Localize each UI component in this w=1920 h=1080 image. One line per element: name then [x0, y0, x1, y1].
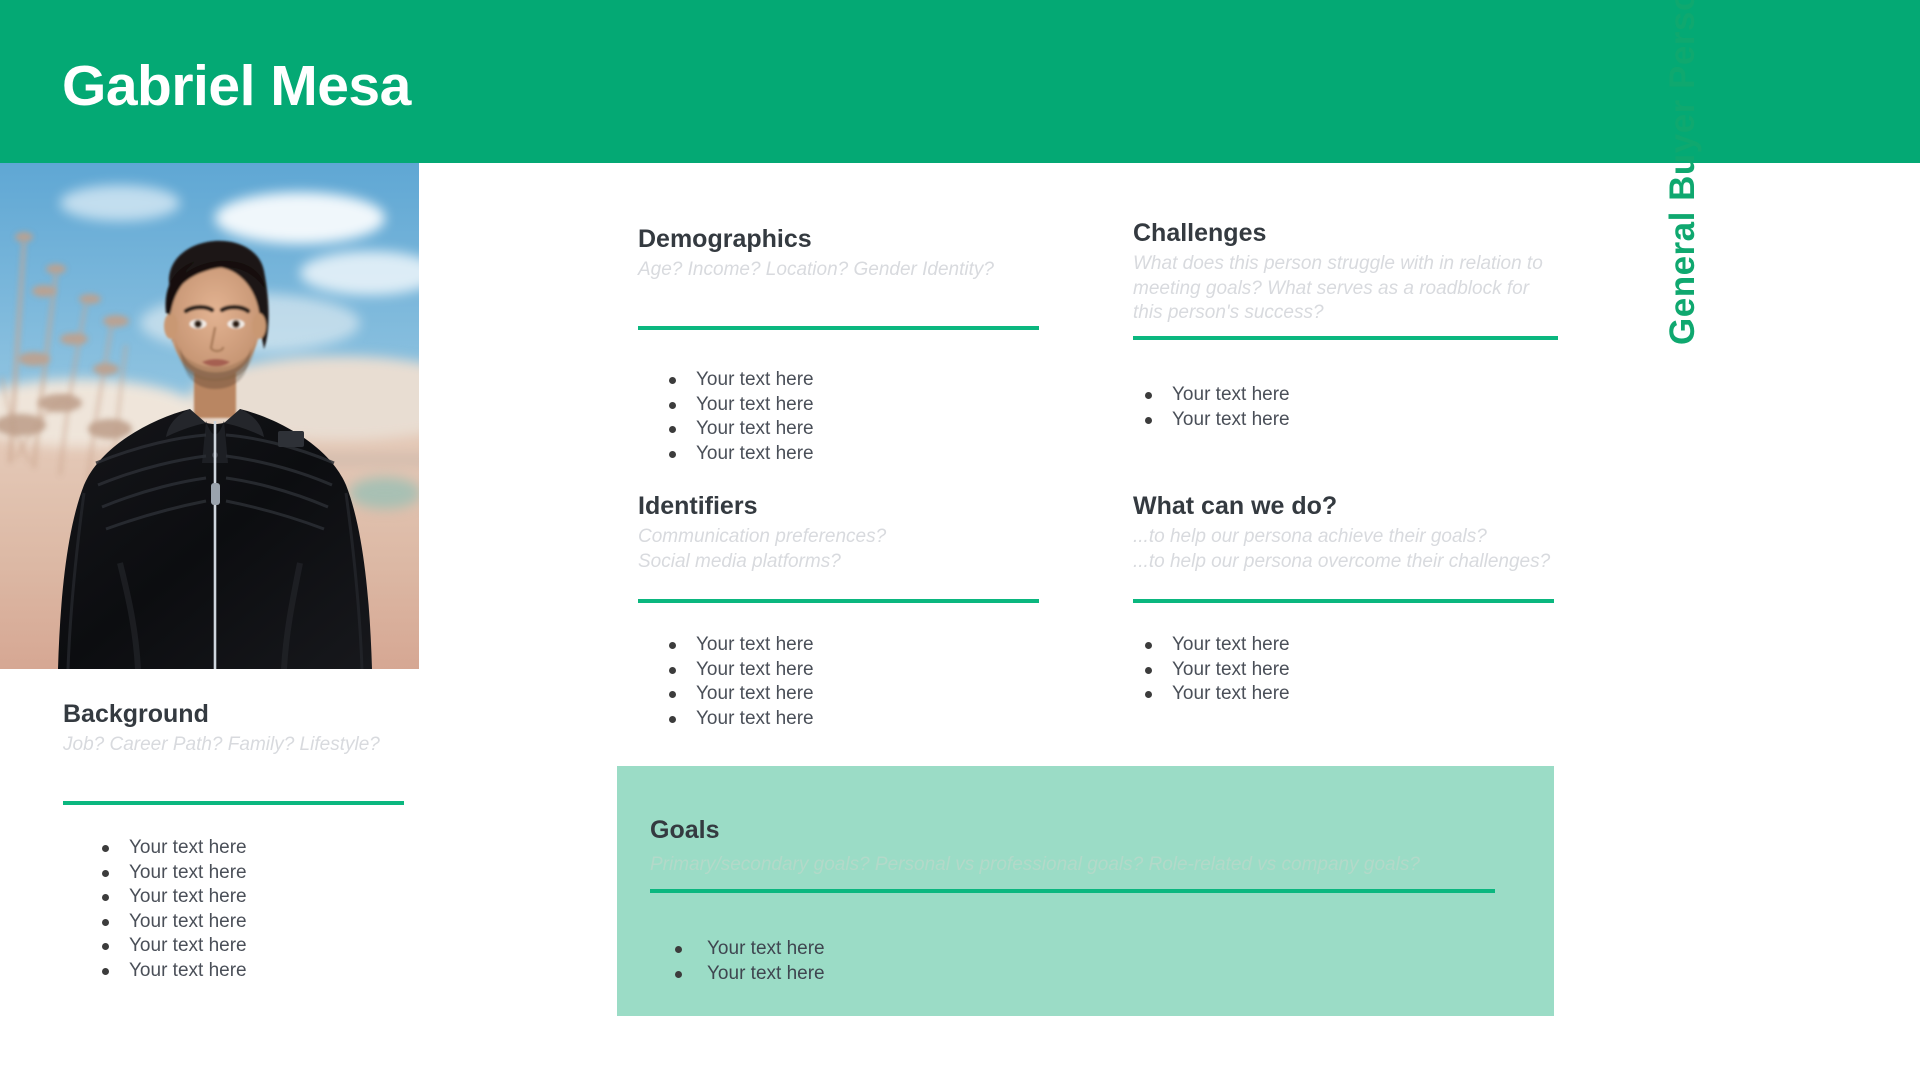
- list-item[interactable]: Your text here: [1140, 682, 1290, 707]
- portrait-image: [0, 163, 419, 669]
- section-demographics-divider: [638, 326, 1039, 330]
- section-goals-title: Goals: [650, 816, 720, 844]
- section-goals-panel: Goals Primary/secondary goals? Personal …: [617, 766, 1554, 1016]
- section-demographics-title: Demographics: [638, 225, 812, 253]
- section-goals-divider: [650, 889, 1495, 893]
- list-item[interactable]: Your text here: [1140, 633, 1290, 658]
- section-goals-bullet-list: Your text here Your text here: [667, 937, 825, 986]
- list-item[interactable]: Your text here: [664, 633, 814, 658]
- section-identifiers-subtitle: Communication preferences? Social media …: [638, 526, 887, 572]
- section-demographics: Demographics Age? Income? Location? Gend…: [638, 225, 1058, 464]
- list-item[interactable]: Your text here: [664, 682, 814, 707]
- section-identifiers-bullet-list: Your text here Your text here Your text …: [664, 633, 814, 731]
- section-challenges-bullet-list: Your text here Your text here: [1140, 383, 1290, 432]
- section-identifiers: Identifiers Communication preferences? S…: [638, 492, 1058, 729]
- list-item[interactable]: Your text here: [664, 368, 814, 393]
- vertical-document-label: General Buyer Persona: [1663, 0, 1702, 345]
- section-what-can-we-do-title: What can we do?: [1133, 492, 1338, 520]
- page-title: Gabriel Mesa: [62, 54, 411, 118]
- list-item[interactable]: Your text here: [97, 885, 247, 910]
- persona-portrait-photo: [0, 163, 419, 669]
- list-item[interactable]: Your text here: [667, 962, 825, 987]
- list-item[interactable]: Your text here: [97, 934, 247, 959]
- list-item[interactable]: Your text here: [1140, 658, 1290, 683]
- list-item[interactable]: Your text here: [664, 707, 814, 732]
- header-banner: Gabriel Mesa: [0, 0, 1920, 163]
- section-background-bullet-list: Your text here Your text here Your text …: [97, 836, 247, 983]
- section-background-divider: [63, 801, 404, 805]
- section-challenges: Challenges What does this person struggl…: [1133, 219, 1558, 430]
- section-challenges-title: Challenges: [1133, 219, 1267, 247]
- section-demographics-bullet-list: Your text here Your text here Your text …: [664, 368, 814, 466]
- list-item[interactable]: Your text here: [664, 417, 814, 442]
- list-item[interactable]: Your text here: [664, 393, 814, 418]
- section-what-can-we-do-divider: [1133, 599, 1554, 603]
- section-background: Background Job? Career Path? Family? Lif…: [63, 700, 423, 981]
- section-challenges-divider: [1133, 336, 1558, 340]
- list-item[interactable]: Your text here: [1140, 383, 1290, 408]
- list-item[interactable]: Your text here: [667, 937, 825, 962]
- section-demographics-subtitle: Age? Income? Location? Gender Identity?: [638, 259, 994, 280]
- section-identifiers-title: Identifiers: [638, 492, 758, 520]
- section-identifiers-divider: [638, 599, 1039, 603]
- list-item[interactable]: Your text here: [664, 658, 814, 683]
- list-item[interactable]: Your text here: [97, 959, 247, 984]
- section-what-can-we-do-subtitle: ...to help our persona achieve their goa…: [1133, 526, 1551, 572]
- section-goals-subtitle: Primary/secondary goals? Personal vs pro…: [650, 854, 1420, 875]
- section-background-title: Background: [63, 700, 209, 728]
- section-background-subtitle: Job? Career Path? Family? Lifestyle?: [63, 734, 380, 755]
- section-challenges-subtitle: What does this person struggle with in r…: [1133, 253, 1543, 323]
- list-item[interactable]: Your text here: [1140, 408, 1290, 433]
- section-what-can-we-do-bullet-list: Your text here Your text here Your text …: [1140, 633, 1290, 707]
- list-item[interactable]: Your text here: [97, 836, 247, 861]
- list-item[interactable]: Your text here: [97, 861, 247, 886]
- list-item[interactable]: Your text here: [664, 442, 814, 467]
- list-item[interactable]: Your text here: [97, 910, 247, 935]
- section-what-can-we-do: What can we do? ...to help our persona a…: [1133, 492, 1558, 704]
